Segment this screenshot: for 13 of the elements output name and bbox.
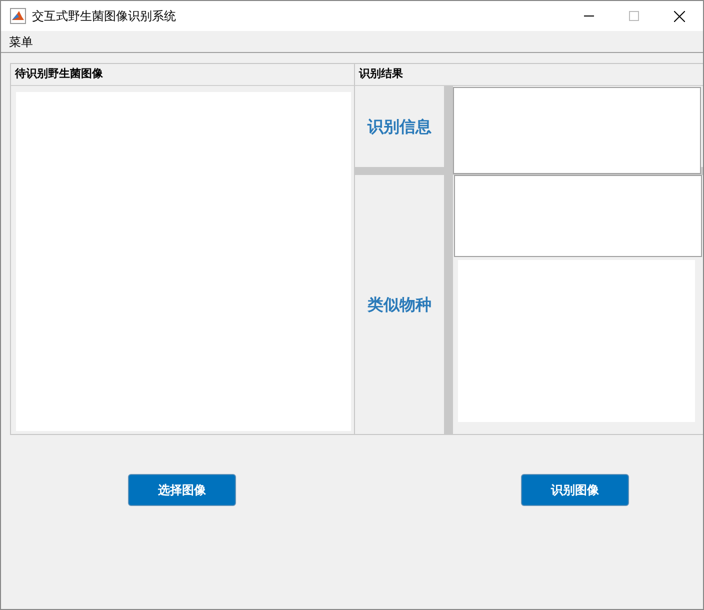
splitter-bar[interactable] [444, 175, 453, 434]
panel-title: 识别结果 [359, 66, 403, 82]
panel-title: 待识别野生菌图像 [15, 66, 103, 82]
action-button[interactable]: 选择图像 [128, 474, 236, 506]
splitter-bar[interactable] [444, 86, 453, 167]
close-icon[interactable] [674, 10, 685, 22]
app-icon [10, 8, 26, 24]
menu-item[interactable]: 菜单 [9, 32, 33, 50]
window-title: 交互式野生菌图像识别系统 [32, 8, 176, 25]
row-label: 识别信息 [368, 116, 432, 138]
maximize-icon[interactable] [629, 11, 639, 21]
action-button[interactable]: 识别图像 [521, 474, 629, 506]
row-label: 类似物种 [368, 294, 432, 316]
